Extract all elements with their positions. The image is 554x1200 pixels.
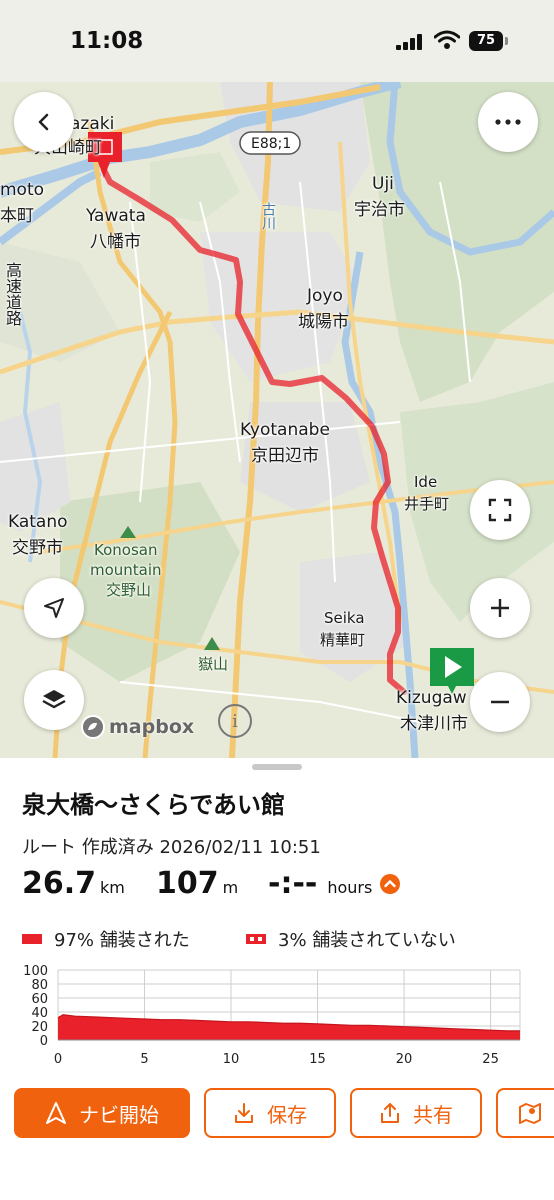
map-label-kizugawa-jp: 木津川市 bbox=[400, 714, 468, 734]
map-label-katano-jp: 交野市 bbox=[12, 538, 63, 558]
chart-x-tick-label: 25 bbox=[482, 1052, 499, 1067]
map-label-furukawa-jp: 古川 bbox=[260, 202, 276, 230]
distance-unit: km bbox=[100, 878, 125, 897]
map-label-kizugawa: Kizugaw bbox=[396, 688, 467, 708]
minus-icon bbox=[491, 700, 509, 704]
mapbox-logo-icon bbox=[81, 715, 105, 739]
back-button[interactable] bbox=[14, 92, 74, 152]
route-title: 泉大橋〜さくらであい館 bbox=[22, 791, 286, 819]
map-label-kyotanabe: Kyotanabe bbox=[240, 420, 330, 440]
duration-unit: hours bbox=[327, 878, 373, 897]
map-label-takeyama-jp: 嶽山 bbox=[198, 655, 229, 673]
chart-y-tick-label: 20 bbox=[31, 1020, 48, 1035]
status-bar: 11:08 75 bbox=[0, 0, 554, 82]
paved-swatch bbox=[22, 934, 42, 944]
paved-legend: 97% 舗装された bbox=[22, 926, 190, 952]
elevation-value: 107 bbox=[156, 866, 219, 901]
map-label-yamazaki: azaki bbox=[70, 114, 115, 134]
map-label-seika-jp: 精華町 bbox=[320, 631, 366, 649]
navigation-arrow-icon bbox=[44, 598, 64, 618]
map-view[interactable]: E88;1 azaki 大山崎町 moto 本町 高速道路 Yawata 八幡市… bbox=[0, 82, 554, 758]
route-meta: ルート 作成済み 2026/02/11 10:51 bbox=[22, 837, 321, 858]
map-label-highway-jp: 高速道路 bbox=[3, 262, 22, 326]
start-navigation-label: ナビ開始 bbox=[79, 1102, 159, 1127]
map-label-yawata-jp: 八幡市 bbox=[90, 232, 141, 252]
map-label-kyotanabe-jp: 京田辺市 bbox=[251, 446, 319, 466]
map-label-joyo: Joyo bbox=[307, 286, 343, 306]
map-label-mountain: mountain bbox=[90, 561, 162, 579]
chart-y-tick-label: 100 bbox=[23, 964, 48, 979]
duration-value: -:-- bbox=[268, 866, 318, 901]
chart-y-tick-label: 60 bbox=[31, 992, 48, 1007]
map-info-button[interactable]: i bbox=[218, 704, 252, 738]
chevron-left-icon bbox=[38, 113, 49, 131]
chart-x-tick-label: 20 bbox=[396, 1052, 413, 1067]
distance-value: 26.7 bbox=[22, 866, 97, 901]
chart-x-tick-label: 15 bbox=[309, 1052, 326, 1067]
share-label: 共有 bbox=[413, 1102, 453, 1127]
fit-route-button[interactable] bbox=[470, 480, 530, 540]
elevation-chart[interactable]: 1008060402000 5 10 15 20 25 bbox=[0, 960, 554, 1070]
mapbox-attribution[interactable]: mapbox bbox=[80, 714, 194, 740]
chevron-up-circle-icon[interactable] bbox=[380, 873, 401, 894]
map-label-shimamoto: moto bbox=[0, 180, 45, 200]
compass-button[interactable] bbox=[24, 578, 84, 638]
save-button[interactable]: 保存 bbox=[204, 1088, 336, 1138]
chart-y-tick-label: 40 bbox=[31, 1006, 48, 1021]
map-label-konosan-jp: 交野山 bbox=[106, 581, 152, 599]
chart-y-tick-label: 80 bbox=[31, 978, 48, 993]
wifi-icon bbox=[434, 30, 460, 49]
map-label-yawata: Yawata bbox=[86, 206, 146, 226]
map-layers-button[interactable] bbox=[24, 670, 84, 730]
chart-x-tick-label: 0 bbox=[54, 1052, 62, 1067]
info-icon: i bbox=[232, 710, 238, 732]
chart-y-tick-label: 0 bbox=[40, 1034, 48, 1049]
navigation-arrow-up-icon bbox=[46, 1102, 66, 1124]
duration-stat[interactable]: -:-- hours bbox=[268, 866, 401, 901]
chart-x-tick-label: 5 bbox=[140, 1052, 148, 1067]
paved-label: 97% 舗装された bbox=[54, 930, 190, 951]
start-navigation-button[interactable]: ナビ開始 bbox=[14, 1088, 190, 1138]
plus-icon bbox=[491, 599, 509, 617]
map-pin-icon bbox=[519, 1103, 541, 1124]
map-label-ide: Ide bbox=[414, 473, 438, 491]
download-icon bbox=[235, 1103, 253, 1123]
zoom-in-button[interactable] bbox=[470, 578, 530, 638]
map-label-ide-jp: 井手町 bbox=[404, 495, 450, 513]
unpaved-legend: 3% 舗装されていない bbox=[246, 926, 456, 952]
elevation-unit: m bbox=[222, 878, 239, 897]
share-icon bbox=[381, 1103, 399, 1123]
chart-x-tick-label: 10 bbox=[223, 1052, 240, 1067]
more-options-button[interactable] bbox=[478, 92, 538, 152]
zoom-out-button[interactable] bbox=[470, 672, 530, 732]
battery-tip bbox=[505, 37, 508, 45]
share-button[interactable]: 共有 bbox=[350, 1088, 482, 1138]
layers-icon bbox=[42, 690, 66, 709]
road-shield-label: E88;1 bbox=[251, 136, 292, 152]
more-horizontal-icon bbox=[495, 119, 521, 125]
map-label-seika: Seika bbox=[324, 609, 365, 627]
map-label-konosan: Konosan bbox=[94, 541, 158, 559]
sheet-drag-handle[interactable] bbox=[252, 764, 302, 770]
map-label-uji: Uji bbox=[372, 174, 394, 194]
unpaved-swatch bbox=[246, 934, 266, 944]
status-time: 11:08 bbox=[70, 28, 144, 54]
battery-icon: 75 bbox=[469, 31, 503, 51]
map-label-joyo-jp: 城陽市 bbox=[298, 312, 349, 332]
save-label: 保存 bbox=[267, 1102, 307, 1127]
unpaved-label: 3% 舗装されていない bbox=[278, 930, 456, 951]
map-view-button[interactable] bbox=[496, 1088, 554, 1138]
cellular-signal-icon bbox=[396, 34, 422, 50]
distance-stat: 26.7 km bbox=[22, 866, 125, 901]
map-label-uji-jp: 宇治市 bbox=[354, 200, 405, 220]
mapbox-wordmark: mapbox bbox=[109, 716, 195, 738]
elevation-stat: 107 m bbox=[156, 866, 238, 901]
map-label-katano: Katano bbox=[8, 512, 68, 532]
map-label-shimamoto-jp: 本町 bbox=[0, 206, 34, 226]
fullscreen-icon bbox=[488, 498, 512, 522]
